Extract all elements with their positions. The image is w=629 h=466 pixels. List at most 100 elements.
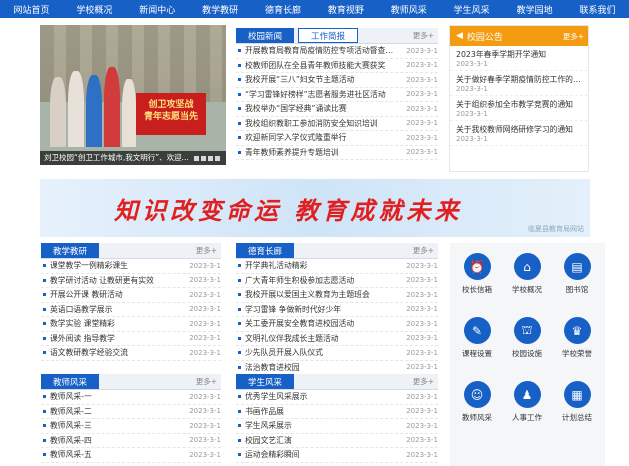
list-item[interactable]: 校园文艺汇演 2023-3-1 <box>236 434 438 448</box>
award-icon[interactable]: ♛ <box>563 317 591 344</box>
list-item-title[interactable]: 学习雷锋 争做新时代好少年 <box>245 304 400 315</box>
book-icon[interactable]: ▤ <box>563 253 591 280</box>
list-item-title[interactable]: 广大青年师生积极参加志愿活动 <box>245 275 400 286</box>
list-item[interactable]: 开展公开课 教研活动 2023-3-1 <box>41 288 221 303</box>
list-item-title[interactable]: 学生风采展示 <box>245 420 400 431</box>
notice-more-link[interactable]: 更多+ <box>563 31 588 42</box>
list-item[interactable]: 校教师团队在全县青年教师技能大赛获奖 2023-3-1 <box>236 59 438 73</box>
list-item-title[interactable]: 校教师团队在全县青年教师技能大赛获奖 <box>245 60 400 71</box>
list-item[interactable]: 运动会精彩瞬间 2023-3-1 <box>236 448 438 463</box>
list-item-title[interactable]: 开学典礼活动精彩 <box>245 260 400 271</box>
list-item-title[interactable]: 法治教育进校园 <box>245 362 400 373</box>
list-item-title[interactable]: 青年教师素养提升专题培训 <box>245 147 400 158</box>
nav-teachers[interactable]: 教师风采 <box>391 3 427 16</box>
list-item-title[interactable]: 开展教育局教育局疫情防控专项活动督查工作 <box>245 45 400 56</box>
quick-link[interactable]: ⌂ 学校概况 <box>505 253 549 295</box>
tab-work-brief[interactable]: 工作简报 <box>298 28 359 43</box>
list-item[interactable]: 课外阅读 指导教学 2023-3-1 <box>41 332 221 346</box>
list-item-title[interactable]: 关工委开展安全教育进校园活动 <box>245 318 400 329</box>
list-item-title[interactable]: 课堂教学一例精彩课生 <box>50 260 183 271</box>
nav-home[interactable]: 网站首页 <box>13 3 49 16</box>
quick-link[interactable]: ♟ 人事工作 <box>505 381 549 423</box>
list-item[interactable]: 我校开展“三八”妇女节主题活动 2023-3-1 <box>236 73 438 88</box>
slider-dot[interactable] <box>215 156 220 161</box>
people-icon[interactable]: ♟ <box>513 381 541 408</box>
teaching-more-link[interactable]: 更多+ <box>196 243 221 258</box>
list-item-title[interactable]: 开展公开课 教研活动 <box>50 289 183 300</box>
list-item[interactable]: 青年教师素养提升专题培训 2023-3-1 <box>236 146 438 160</box>
notice-item-title[interactable]: 关于我校教师网络研修学习的通知 <box>456 124 582 135</box>
quick-link[interactable]: ✎ 课程设置 <box>455 317 499 359</box>
list-item-title[interactable]: 教师风采-二 <box>50 406 183 417</box>
nav-contact[interactable]: 联系我们 <box>579 3 615 16</box>
list-item-title[interactable]: 教师风采-四 <box>50 435 183 446</box>
list-item-title[interactable]: 校园文艺汇演 <box>245 435 400 446</box>
teacher-icon[interactable]: ☺ <box>463 381 491 408</box>
list-item[interactable]: 开学典礼活动精彩 2023-3-1 <box>236 259 438 274</box>
students-more-link[interactable]: 更多+ <box>413 374 438 389</box>
list-item[interactable]: 我校开展以爱国主义教育为主题班会 2023-3-1 <box>236 288 438 303</box>
teachers-more-link[interactable]: 更多+ <box>196 374 221 389</box>
list-item-title[interactable]: 教师风采-三 <box>50 420 183 431</box>
list-item-title[interactable]: 我校开展“三八”妇女节主题活动 <box>245 74 400 85</box>
moral-more-link[interactable]: 更多+ <box>413 243 438 258</box>
quick-link[interactable]: ▤ 图书馆 <box>555 253 599 295</box>
list-item[interactable]: 学生风采展示 2023-3-1 <box>236 419 438 434</box>
tab-students[interactable]: 学生风采 <box>236 374 295 389</box>
list-item-title[interactable]: 数学实验 课堂精彩 <box>50 318 183 329</box>
list-item-title[interactable]: 文明礼仪伴我成长主题活动 <box>245 333 400 344</box>
nav-teaching[interactable]: 教学教研 <box>202 3 238 16</box>
list-item[interactable]: 英语口语教学展示 2023-3-1 <box>41 303 221 317</box>
list-item[interactable]: 教师风采-一 2023-3-1 <box>41 390 221 405</box>
list-item-title[interactable]: 我校开展以爱国主义教育为主题班会 <box>245 289 400 300</box>
list-item[interactable]: 广大青年师生积极参加志愿活动 2023-3-1 <box>236 274 438 288</box>
list-item[interactable]: 书画作品展 2023-3-1 <box>236 405 438 419</box>
list-item-title[interactable]: 我校举办“国学经典”诵读比赛 <box>245 103 400 114</box>
list-item[interactable]: 教师风采-二 2023-3-1 <box>41 405 221 419</box>
nav-garden[interactable]: 教学园地 <box>517 3 553 16</box>
list-item[interactable]: 欢迎新同学入学仪式隆重举行 2023-3-1 <box>236 131 438 146</box>
list-item-title[interactable]: 教师风采-一 <box>50 391 183 402</box>
nav-moral[interactable]: 德育长廊 <box>265 3 301 16</box>
list-item[interactable]: 少先队员开展入队仪式 2023-3-1 <box>236 346 438 361</box>
list-item-title[interactable]: 我校组织教职工参加消防安全知识培训 <box>245 118 400 129</box>
list-item[interactable]: 课堂教学一例精彩课生 2023-3-1 <box>41 259 221 274</box>
list-item-title[interactable]: 教师风采-五 <box>50 449 183 460</box>
list-item-title[interactable]: 语文教研教学经验交流 <box>50 347 183 358</box>
list-item[interactable]: 数学实验 课堂精彩 2023-3-1 <box>41 317 221 332</box>
notice-item-title[interactable]: 2023年春季学期开学通知 <box>456 49 582 60</box>
tab-teaching[interactable]: 教学教研 <box>41 243 100 258</box>
building-icon[interactable]: ⛫ <box>513 317 541 344</box>
nav-students[interactable]: 学生风采 <box>454 3 490 16</box>
news-more-link[interactable]: 更多+ <box>413 28 438 43</box>
list-item-title[interactable]: 少先队员开展入队仪式 <box>245 347 400 358</box>
list-item-title[interactable]: 课外阅读 指导教学 <box>50 333 183 344</box>
list-item[interactable]: 教学研讨活动 让教研更有实效 2023-3-1 <box>41 274 221 288</box>
list-item-title[interactable]: 书画作品展 <box>245 406 400 417</box>
quick-link[interactable]: ♛ 学校荣誉 <box>555 317 599 359</box>
slider-dot[interactable] <box>194 156 199 161</box>
list-item[interactable]: 我校组织教职工参加消防安全知识培训 2023-3-1 <box>236 117 438 131</box>
photo-slider[interactable]: 创卫攻坚战 青年志愿当先 刘卫校园“创卫工作城市,我文明行”、欢迎... <box>40 25 226 165</box>
quick-link[interactable]: ⏰ 校长信箱 <box>455 253 499 295</box>
nav-news[interactable]: 新闻中心 <box>139 3 175 16</box>
chart-icon[interactable]: ▦ <box>563 381 591 408</box>
notice-item[interactable]: 关于我校教师网络研修学习的通知 2023-3-1 <box>450 121 588 146</box>
list-item-title[interactable]: “学习雷锋好榜样”志愿者服务进社区活动 <box>245 89 400 100</box>
list-item[interactable]: 优秀学生风采展示 2023-3-1 <box>236 390 438 405</box>
list-item[interactable]: 开展教育局教育局疫情防控专项活动督查工作 2023-3-1 <box>236 44 438 59</box>
notice-item[interactable]: 关于组织参加全市教学竞赛的通知 2023-3-1 <box>450 96 588 121</box>
quick-link[interactable]: ⛫ 校园设施 <box>505 317 549 359</box>
nav-vision[interactable]: 教育视野 <box>328 3 364 16</box>
list-item-title[interactable]: 优秀学生风采展示 <box>245 391 400 402</box>
document-icon[interactable]: ✎ <box>463 317 491 344</box>
list-item-title[interactable]: 英语口语教学展示 <box>50 304 183 315</box>
clock-icon[interactable]: ⏰ <box>463 253 491 280</box>
school-icon[interactable]: ⌂ <box>513 253 541 280</box>
nav-about[interactable]: 学校概况 <box>76 3 112 16</box>
list-item[interactable]: 教师风采-四 2023-3-1 <box>41 434 221 448</box>
quick-link[interactable]: ☺ 教师风采 <box>455 381 499 423</box>
list-item[interactable]: 文明礼仪伴我成长主题活动 2023-3-1 <box>236 332 438 346</box>
tab-campus-news[interactable]: 校园新闻 <box>236 28 295 43</box>
notice-item-title[interactable]: 关于做好春季学期疫情防控工作的通知 <box>456 74 582 85</box>
